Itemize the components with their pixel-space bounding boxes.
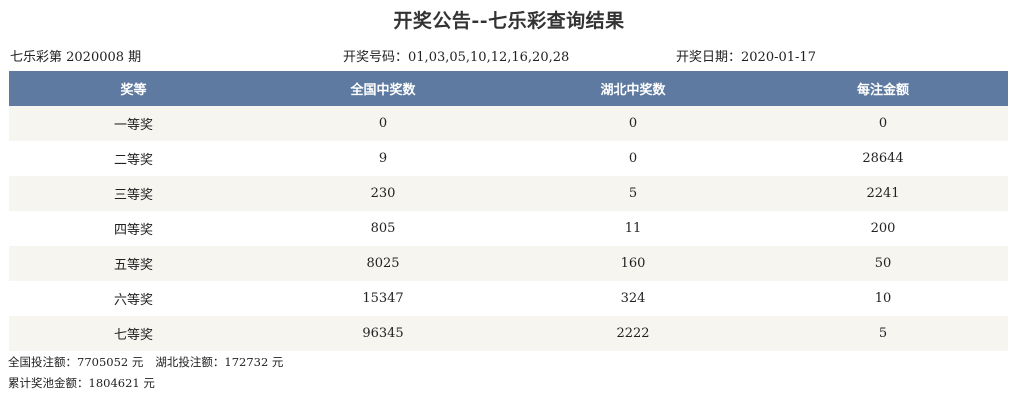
- cell-hubei-winners: 324: [508, 281, 758, 316]
- cell-prize-amount: 5: [758, 316, 1008, 351]
- table-row: 三等奖 230 5 2241: [9, 176, 1008, 211]
- cell-prize-amount: 50: [758, 246, 1008, 281]
- cell-national-winners: 15347: [258, 281, 508, 316]
- draw-date: 开奖日期：2020-01-17: [676, 46, 816, 65]
- table-row: 六等奖 15347 324 10: [9, 281, 1008, 316]
- hubei-bet-label: 湖北投注额：: [155, 355, 225, 369]
- header-prize-level: 奖等: [9, 71, 258, 106]
- issue-number: 七乐彩第 2020008 期: [10, 50, 142, 65]
- cell-national-winners: 96345: [258, 316, 508, 351]
- cell-prize-level: 二等奖: [9, 141, 258, 176]
- cell-national-winners: 230: [258, 176, 508, 211]
- cell-prize-level: 三等奖: [9, 176, 258, 211]
- table-row: 一等奖 0 0 0: [9, 106, 1008, 141]
- cell-prize-amount: 10: [758, 281, 1008, 316]
- pool-label: 累计奖池金额：: [8, 376, 89, 390]
- cell-hubei-winners: 5: [508, 176, 758, 211]
- table-row: 二等奖 9 0 28644: [9, 141, 1008, 176]
- cell-prize-level: 四等奖: [9, 211, 258, 246]
- cell-national-winners: 805: [258, 211, 508, 246]
- jackpot-pool: 累计奖池金额：1804621 元: [8, 375, 155, 391]
- cell-hubei-winners: 11: [508, 211, 758, 246]
- winning-numbers-value: 01,03,05,10,12,16,20,28: [408, 50, 570, 65]
- results-page: 开奖公告--七乐彩查询结果 七乐彩第 2020008 期 开奖号码：01,03,…: [0, 0, 1018, 400]
- draw-date-label: 开奖日期：: [676, 50, 742, 65]
- cell-hubei-winners: 2222: [508, 316, 758, 351]
- cell-hubei-winners: 0: [508, 141, 758, 176]
- cell-hubei-winners: 0: [508, 106, 758, 141]
- winning-numbers: 开奖号码：01,03,05,10,12,16,20,28: [343, 46, 569, 65]
- bet-totals: 全国投注额：7705052 元湖北投注额：172732 元: [8, 354, 283, 370]
- header-prize-amount: 每注金额: [758, 71, 1008, 106]
- cell-prize-amount: 0: [758, 106, 1008, 141]
- winning-numbers-label: 开奖号码：: [343, 50, 409, 65]
- cell-prize-amount: 28644: [758, 141, 1008, 176]
- pool-value: 1804621 元: [88, 376, 155, 390]
- cell-national-winners: 8025: [258, 246, 508, 281]
- cell-national-winners: 9: [258, 141, 508, 176]
- table-row: 七等奖 96345 2222 5: [9, 316, 1008, 351]
- table-header-row: 奖等 全国中奖数 湖北中奖数 每注金额: [9, 71, 1008, 106]
- header-national-winners: 全国中奖数: [258, 71, 508, 106]
- cell-prize-level: 六等奖: [9, 281, 258, 316]
- cell-prize-amount: 200: [758, 211, 1008, 246]
- prize-table: 奖等 全国中奖数 湖北中奖数 每注金额 一等奖 0 0 0 二等奖 9 0 28…: [9, 71, 1008, 351]
- cell-prize-level: 五等奖: [9, 246, 258, 281]
- national-bet-value: 7705052 元: [77, 355, 144, 369]
- national-bet-label: 全国投注额：: [8, 355, 77, 369]
- page-title: 开奖公告--七乐彩查询结果: [393, 10, 625, 32]
- cell-prize-level: 一等奖: [9, 106, 258, 141]
- table-row: 五等奖 8025 160 50: [9, 246, 1008, 281]
- cell-national-winners: 0: [258, 106, 508, 141]
- header-hubei-winners: 湖北中奖数: [508, 71, 758, 106]
- hubei-bet-value: 172732 元: [224, 355, 284, 369]
- table-row: 四等奖 805 11 200: [9, 211, 1008, 246]
- draw-date-value: 2020-01-17: [741, 50, 816, 65]
- cell-hubei-winners: 160: [508, 246, 758, 281]
- cell-prize-amount: 2241: [758, 176, 1008, 211]
- cell-prize-level: 七等奖: [9, 316, 258, 351]
